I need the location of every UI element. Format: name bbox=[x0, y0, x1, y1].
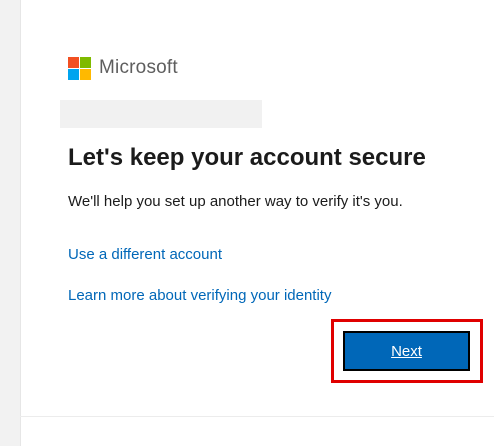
use-different-account-link[interactable]: Use a different account bbox=[68, 246, 222, 263]
card-divider bbox=[20, 416, 494, 417]
learn-more-link[interactable]: Learn more about verifying your identity bbox=[68, 287, 331, 304]
page: Microsoft Let's keep your account secure… bbox=[0, 0, 494, 446]
brand-name: Microsoft bbox=[99, 57, 178, 78]
microsoft-logo: Microsoft bbox=[68, 56, 178, 80]
next-button[interactable]: Next bbox=[343, 331, 470, 371]
account-email-redacted bbox=[60, 100, 262, 128]
page-title: Let's keep your account secure bbox=[68, 144, 426, 171]
page-description: We'll help you set up another way to ver… bbox=[68, 193, 403, 210]
microsoft-logo-icon bbox=[68, 56, 91, 80]
